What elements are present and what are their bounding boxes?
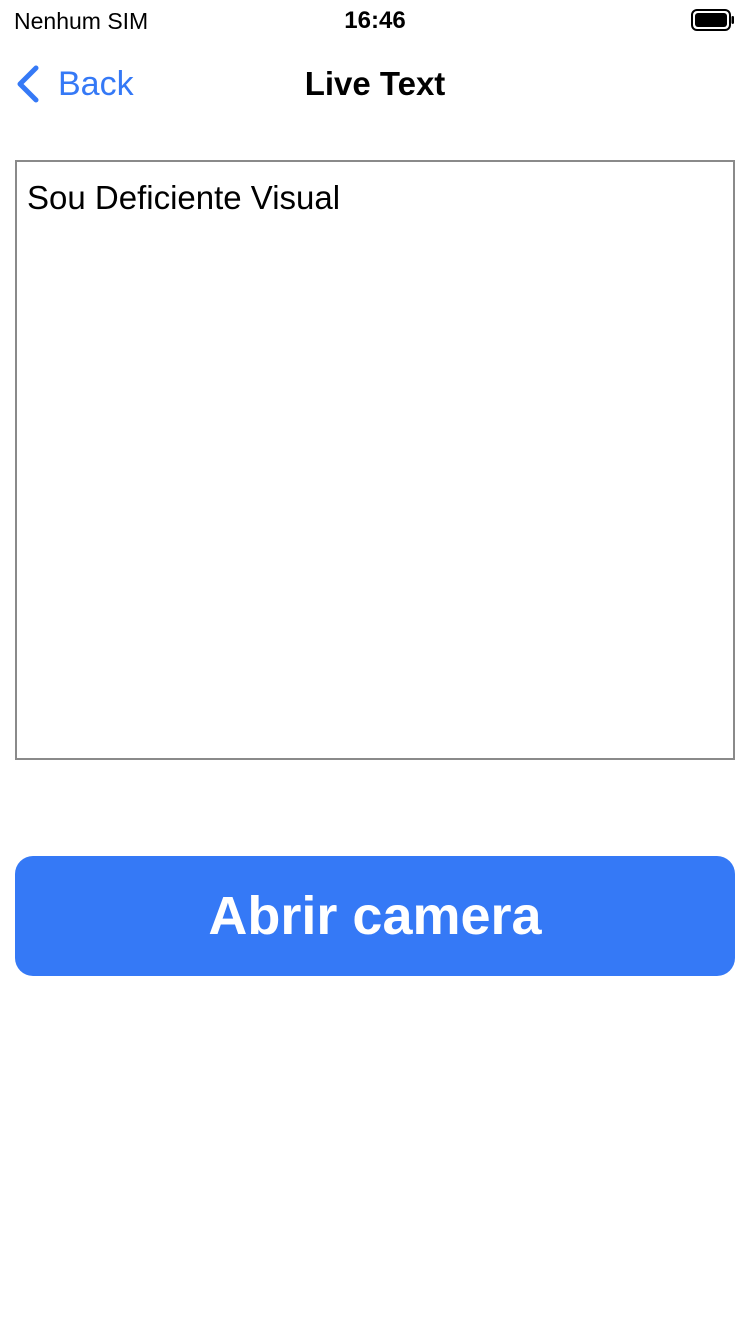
open-camera-button-label: Abrir camera [208,886,542,946]
status-time: 16:46 [344,7,406,34]
open-camera-button[interactable]: Abrir camera [15,856,735,976]
recognized-text: Sou Deficiente Visual [27,179,341,216]
battery-full-icon [691,9,734,31]
screen: Nenhum SIM 16:46 Back Live Text Sou Defi… [0,0,750,1334]
recognized-text-view[interactable]: Sou Deficiente Visual [15,160,735,760]
status-bar: Nenhum SIM 16:46 [0,0,750,40]
navigation-bar: Back Live Text [0,40,750,128]
page-title: Live Text [304,65,446,102]
